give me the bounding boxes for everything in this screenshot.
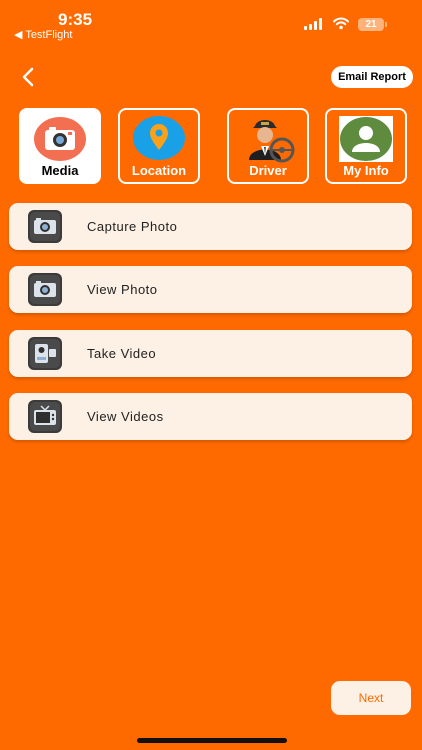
person-icon [339,116,393,162]
view-photo-item[interactable]: View Photo [9,266,412,313]
tab-my-info-label: My Info [343,163,389,178]
video-camera-icon [28,337,62,370]
capture-photo-item[interactable]: Capture Photo [9,203,412,250]
camera-icon [34,117,86,161]
battery-icon: 21 [358,18,387,31]
wifi-icon [333,17,349,30]
capture-photo-label: Capture Photo [87,219,178,234]
view-photo-label: View Photo [87,282,158,297]
take-video-label: Take Video [87,346,157,361]
view-videos-item[interactable]: View Videos [9,393,412,440]
tab-media[interactable]: Media [19,108,101,184]
take-video-item[interactable]: Take Video [9,330,412,377]
tab-my-info[interactable]: My Info [325,108,407,184]
camera-icon [28,210,62,243]
chevron-left-icon[interactable] [14,62,44,92]
status-time: 9:35 [58,10,93,29]
tab-driver-label: Driver [249,163,287,178]
back-to-testflight-link[interactable]: ◀ TestFlight [14,28,72,41]
tv-icon [28,400,62,433]
status-bar: 9:35 ◀ TestFlight 21 [0,0,422,44]
home-indicator [137,738,287,743]
tab-location[interactable]: Location [118,108,200,184]
tab-driver[interactable]: Driver [227,108,309,184]
map-pin-icon [133,116,185,160]
next-button[interactable]: Next [331,681,411,715]
driver-icon [249,120,295,163]
camera-icon [28,273,62,306]
tab-media-label: Media [41,163,79,178]
view-videos-label: View Videos [87,409,164,424]
email-report-button[interactable]: Email Report [331,66,413,88]
tab-location-label: Location [131,163,187,178]
cellular-signal-icon [304,18,324,30]
